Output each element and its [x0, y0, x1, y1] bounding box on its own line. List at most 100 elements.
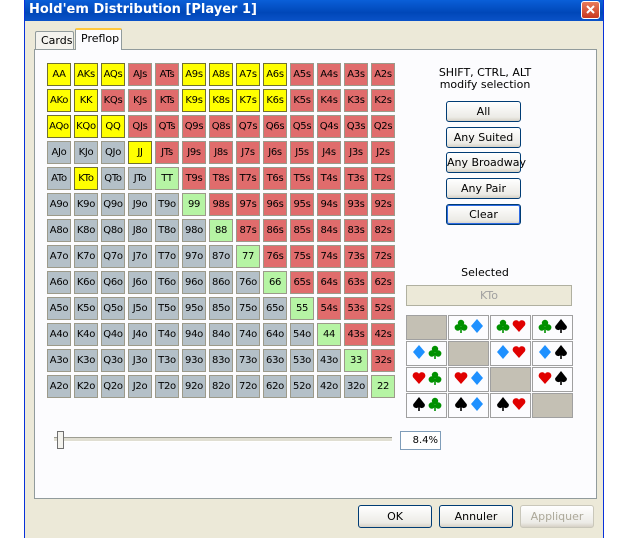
hand-cell-76s[interactable]: 76s: [263, 245, 287, 268]
ok-button[interactable]: OK: [358, 505, 432, 528]
hand-cell-55[interactable]: 55: [290, 297, 314, 320]
hand-cell-22[interactable]: 22: [371, 375, 395, 398]
suit-combo-spade-diamond[interactable]: [448, 393, 489, 418]
apply-button[interactable]: Appliquer: [520, 505, 594, 528]
hand-cell-A2s[interactable]: A2s: [371, 63, 395, 86]
hand-cell-76o[interactable]: 76o: [236, 271, 260, 294]
hand-cell-J8s[interactable]: J8s: [209, 141, 233, 164]
hand-cell-92o[interactable]: 92o: [182, 375, 206, 398]
hand-cell-A5o[interactable]: A5o: [47, 297, 71, 320]
hand-cell-A3s[interactable]: A3s: [344, 63, 368, 86]
hand-cell-96s[interactable]: 96s: [263, 193, 287, 216]
suit-combo-club-diamond[interactable]: [448, 315, 489, 340]
hand-cell-K4o[interactable]: K4o: [74, 323, 98, 346]
hand-cell-AQs[interactable]: AQs: [101, 63, 125, 86]
hand-cell-Q3s[interactable]: Q3s: [344, 115, 368, 138]
hand-cell-Q4s[interactable]: Q4s: [317, 115, 341, 138]
hand-cell-32o[interactable]: 32o: [344, 375, 368, 398]
hand-cell-J3o[interactable]: J3o: [128, 349, 152, 372]
hand-cell-84s[interactable]: 84s: [317, 219, 341, 242]
suit-combo-heart-club[interactable]: [406, 367, 447, 392]
hand-cell-94s[interactable]: 94s: [317, 193, 341, 216]
hand-cell-J9s[interactable]: J9s: [182, 141, 206, 164]
hand-cell-62o[interactable]: 62o: [263, 375, 287, 398]
tab-cards[interactable]: Cards: [35, 31, 74, 50]
hand-cell-QJs[interactable]: QJs: [128, 115, 152, 138]
hand-cell-T9o[interactable]: T9o: [155, 193, 179, 216]
hand-cell-87o[interactable]: 87o: [209, 245, 233, 268]
hand-cell-82o[interactable]: 82o: [209, 375, 233, 398]
hand-cell-83o[interactable]: 83o: [209, 349, 233, 372]
hand-cell-KJo[interactable]: KJo: [74, 141, 98, 164]
hand-cell-73o[interactable]: 73o: [236, 349, 260, 372]
hand-cell-52o[interactable]: 52o: [290, 375, 314, 398]
hand-cell-72o[interactable]: 72o: [236, 375, 260, 398]
hand-cell-95o[interactable]: 95o: [182, 297, 206, 320]
suit-combo-diamond-spade[interactable]: [532, 341, 573, 366]
hand-cell-T4s[interactable]: T4s: [317, 167, 341, 190]
hand-cell-53s[interactable]: 53s: [344, 297, 368, 320]
hand-cell-Q2o[interactable]: Q2o: [101, 375, 125, 398]
hand-cell-KQo[interactable]: KQo: [74, 115, 98, 138]
hand-cell-K3o[interactable]: K3o: [74, 349, 98, 372]
hand-cell-J5o[interactable]: J5o: [128, 297, 152, 320]
hand-cell-99[interactable]: 99: [182, 193, 206, 216]
hand-cell-AJo[interactable]: AJo: [47, 141, 71, 164]
hand-cell-77[interactable]: 77: [236, 245, 260, 268]
hand-cell-96o[interactable]: 96o: [182, 271, 206, 294]
hand-cell-A8s[interactable]: A8s: [209, 63, 233, 86]
hand-cell-83s[interactable]: 83s: [344, 219, 368, 242]
hand-cell-A8o[interactable]: A8o: [47, 219, 71, 242]
hand-cell-J6o[interactable]: J6o: [128, 271, 152, 294]
hand-cell-A7s[interactable]: A7s: [236, 63, 260, 86]
hand-cell-J7o[interactable]: J7o: [128, 245, 152, 268]
hand-cell-T3s[interactable]: T3s: [344, 167, 368, 190]
hand-cell-54s[interactable]: 54s: [317, 297, 341, 320]
hand-cell-65o[interactable]: 65o: [263, 297, 287, 320]
hand-cell-TT[interactable]: TT: [155, 167, 179, 190]
hand-cell-K7s[interactable]: K7s: [236, 89, 260, 112]
hand-cell-75s[interactable]: 75s: [290, 245, 314, 268]
hand-cell-74s[interactable]: 74s: [317, 245, 341, 268]
hand-cell-92s[interactable]: 92s: [371, 193, 395, 216]
hand-cell-A4o[interactable]: A4o: [47, 323, 71, 346]
suit-combo-spade-club[interactable]: [406, 393, 447, 418]
hand-cell-42o[interactable]: 42o: [317, 375, 341, 398]
hand-cell-KTo[interactable]: KTo: [74, 167, 98, 190]
slider-track[interactable]: [54, 437, 392, 442]
hand-cell-65s[interactable]: 65s: [290, 271, 314, 294]
hand-cell-QTo[interactable]: QTo: [101, 167, 125, 190]
hand-cell-Q6o[interactable]: Q6o: [101, 271, 125, 294]
hand-cell-87s[interactable]: 87s: [236, 219, 260, 242]
hand-cell-Q9o[interactable]: Q9o: [101, 193, 125, 216]
suit-combo-diamond-club[interactable]: [406, 341, 447, 366]
hand-cell-AQo[interactable]: AQo: [47, 115, 71, 138]
hand-cell-K9s[interactable]: K9s: [182, 89, 206, 112]
hand-cell-Q4o[interactable]: Q4o: [101, 323, 125, 346]
hand-cell-A4s[interactable]: A4s: [317, 63, 341, 86]
hand-cell-86o[interactable]: 86o: [209, 271, 233, 294]
hand-cell-ATs[interactable]: ATs: [155, 63, 179, 86]
hand-cell-97o[interactable]: 97o: [182, 245, 206, 268]
hand-cell-QQ[interactable]: QQ: [101, 115, 125, 138]
hand-cell-KTs[interactable]: KTs: [155, 89, 179, 112]
suit-combo-diamond-heart[interactable]: [490, 341, 531, 366]
any-pair-button[interactable]: Any Pair: [446, 178, 521, 199]
hand-cell-Q7o[interactable]: Q7o: [101, 245, 125, 268]
hand-cell-82s[interactable]: 82s: [371, 219, 395, 242]
hand-cell-KQs[interactable]: KQs: [101, 89, 125, 112]
tab-preflop[interactable]: Preflop: [75, 28, 122, 50]
hand-cell-K6s[interactable]: K6s: [263, 89, 287, 112]
hand-cell-K5s[interactable]: K5s: [290, 89, 314, 112]
hand-cell-K2o[interactable]: K2o: [74, 375, 98, 398]
hand-cell-T7s[interactable]: T7s: [236, 167, 260, 190]
suit-combo-empty[interactable]: [532, 393, 573, 418]
hand-cell-A9s[interactable]: A9s: [182, 63, 206, 86]
hand-cell-53o[interactable]: 53o: [290, 349, 314, 372]
hand-cell-A2o[interactable]: A2o: [47, 375, 71, 398]
suit-combo-heart-diamond[interactable]: [448, 367, 489, 392]
any-suited-button[interactable]: Any Suited: [446, 127, 521, 148]
hand-cell-93s[interactable]: 93s: [344, 193, 368, 216]
hand-cell-JTo[interactable]: JTo: [128, 167, 152, 190]
hand-cell-J5s[interactable]: J5s: [290, 141, 314, 164]
